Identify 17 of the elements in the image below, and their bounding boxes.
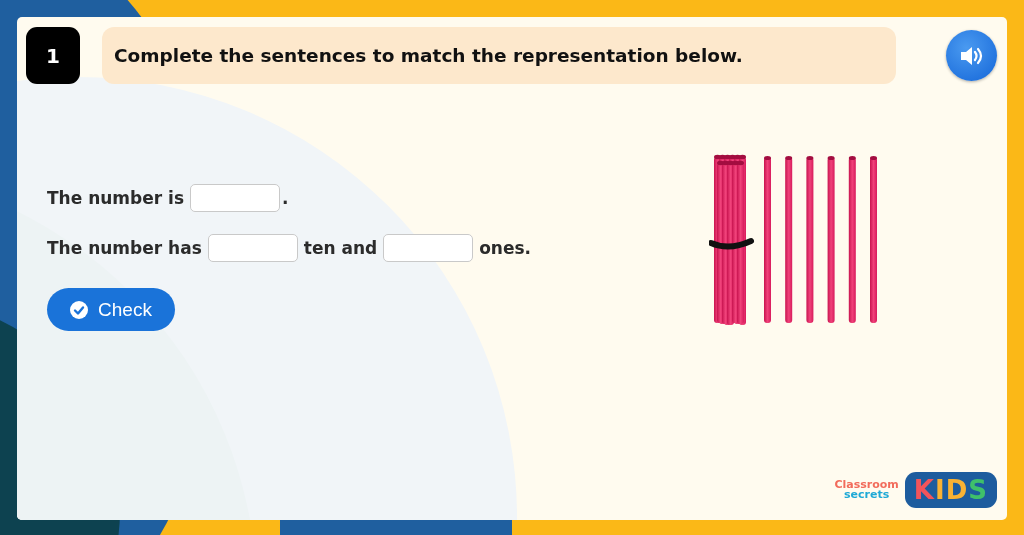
kids-logo: KIDS <box>904 472 997 508</box>
question-prompt: Complete the sentences to match the representation below. <box>102 27 896 84</box>
question-number: 1 <box>26 27 80 84</box>
audio-button[interactable] <box>946 30 997 81</box>
sentence-text: ones. <box>479 238 532 258</box>
speaker-icon <box>958 44 985 67</box>
answer-field[interactable] <box>190 184 280 212</box>
answer-field[interactable] <box>207 234 298 262</box>
logo-text: secrets <box>844 490 890 501</box>
answer-field[interactable] <box>383 234 474 262</box>
check-button[interactable]: Check <box>47 288 175 331</box>
checkmark-icon <box>70 300 89 319</box>
logo-text: Classroom <box>834 479 899 490</box>
sentence-text: The number is <box>47 188 184 208</box>
sentence-text: The number has <box>47 238 202 258</box>
sentence-text: ten and <box>303 238 378 258</box>
sentence-text: . <box>282 188 289 208</box>
